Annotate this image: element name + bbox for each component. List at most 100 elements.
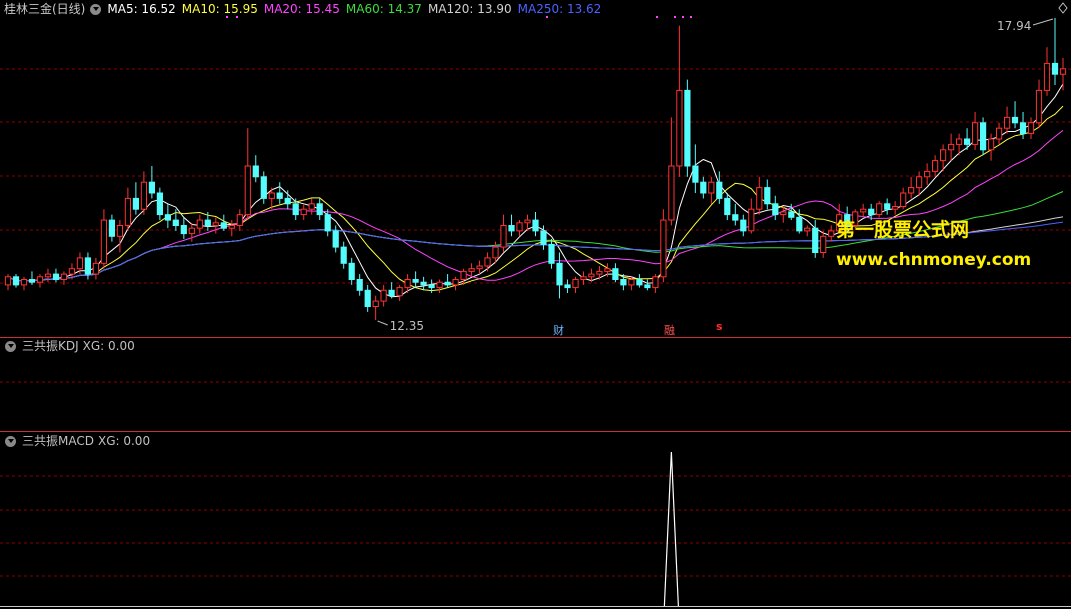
candle-body [724, 197, 731, 216]
ma-legend-item: MA60: 14.37 [345, 2, 422, 16]
candle-body [436, 281, 443, 289]
candle-body [324, 214, 331, 232]
candle-body [532, 219, 539, 232]
candle-body [716, 181, 723, 199]
candle-body [756, 187, 763, 210]
high-pointer [1032, 18, 1054, 26]
candle-body [964, 138, 971, 145]
candle-body [340, 246, 347, 264]
marker-margin-trading[interactable]: 融 [664, 322, 675, 338]
candle-body [908, 187, 915, 194]
candle-body [628, 279, 635, 286]
candle-body [676, 89, 683, 167]
kdj-xg-value: XG: 0.00 [82, 339, 135, 353]
candle-body [604, 268, 611, 272]
candle-body [356, 279, 363, 291]
stock-chart-canvas: 17.94 12.35 [0, 2, 1071, 607]
candle-body [444, 281, 451, 286]
candle-body [900, 192, 907, 207]
candle-body [644, 284, 651, 289]
candle-body [508, 225, 515, 232]
macd-panel-header: 三共振MACD XG: 0.00 [0, 433, 156, 449]
candle-body [1027, 122, 1035, 135]
candlestick-series[interactable] [4, 18, 1067, 320]
ma-legend-item: MA10: 15.95 [181, 2, 258, 16]
macd-spike [663, 451, 679, 607]
candle-body [820, 235, 827, 254]
candle-body [780, 211, 787, 216]
candle-body [76, 257, 84, 270]
ma-legend-item: MA5: 16.52 [107, 2, 176, 16]
candle-body [276, 192, 283, 199]
chart-options-icon[interactable] [90, 3, 102, 15]
candle-body [212, 222, 219, 227]
ma-legend-item: MA20: 15.45 [263, 2, 340, 16]
candle-body [948, 143, 955, 151]
candle-body [884, 203, 891, 210]
candle-body [300, 208, 307, 216]
candle-body [148, 181, 156, 194]
kdj-options-icon[interactable] [5, 340, 16, 352]
candle-body [868, 208, 875, 216]
candle-body [492, 246, 499, 259]
candle-body [428, 284, 435, 289]
candle-body [220, 222, 227, 229]
candle-body [596, 270, 603, 275]
candle-body [1059, 68, 1067, 75]
grid-lines [0, 68, 1071, 607]
candle-body [564, 284, 571, 289]
candle-body [28, 279, 36, 283]
candle-body [108, 219, 116, 237]
candle-body [244, 165, 251, 216]
candle-body [236, 214, 243, 226]
candle-body [572, 279, 579, 289]
marker-financial-report[interactable]: 财 [553, 322, 564, 338]
macd-title: 三共振MACD [22, 434, 94, 448]
candle-body [20, 279, 28, 286]
candle-body [540, 230, 547, 245]
candle-body [700, 181, 707, 194]
marker-s[interactable]: s [716, 320, 723, 333]
candle-body [1035, 89, 1043, 124]
kdj-panel-header: 三共振KDJ XG: 0.00 [0, 338, 141, 354]
candle-body [764, 187, 771, 205]
candle-body [92, 262, 100, 275]
macd-options-icon[interactable] [5, 435, 16, 447]
candle-body [268, 192, 275, 199]
event-dot [674, 16, 676, 18]
candle-body [788, 211, 795, 218]
ma-legend: MA5: 16.52 MA10: 15.95 MA20: 15.45 MA60: 14… [107, 1, 607, 17]
candle-body [548, 243, 555, 264]
candle-body [404, 279, 411, 289]
candle-body [500, 225, 507, 248]
candle-body [652, 276, 659, 289]
candle-body [388, 289, 395, 297]
candle-body [956, 138, 963, 145]
candle-body [180, 225, 187, 235]
candle-body [228, 225, 235, 229]
candle-body [60, 273, 67, 281]
candle-body [188, 227, 195, 235]
candle-body [660, 219, 667, 278]
low-price-label: 12.35 [390, 319, 424, 333]
candle-body [396, 287, 403, 297]
candle-body [860, 208, 867, 213]
candle-body [612, 268, 619, 281]
candle-body [796, 216, 803, 232]
candle-body [412, 279, 419, 283]
candle-body [1019, 122, 1027, 135]
event-dot [682, 16, 684, 18]
candle-body [116, 225, 124, 237]
main-chart-header: 桂林三金(日线) MA5: 16.52 MA10: 15.95 MA20: 15.4… [0, 1, 613, 17]
event-dot [656, 16, 658, 18]
event-dot [690, 16, 692, 18]
candle-body [204, 219, 211, 227]
watermark-url: www.chnmoney.com [836, 250, 1032, 270]
candle-body [84, 257, 92, 275]
candle-body [812, 227, 819, 253]
watermark-title: 第一股票公式网 [836, 219, 970, 241]
candle-body [420, 281, 427, 286]
candle-body [164, 214, 172, 221]
candle-body [156, 192, 164, 216]
candle-body [252, 165, 259, 178]
